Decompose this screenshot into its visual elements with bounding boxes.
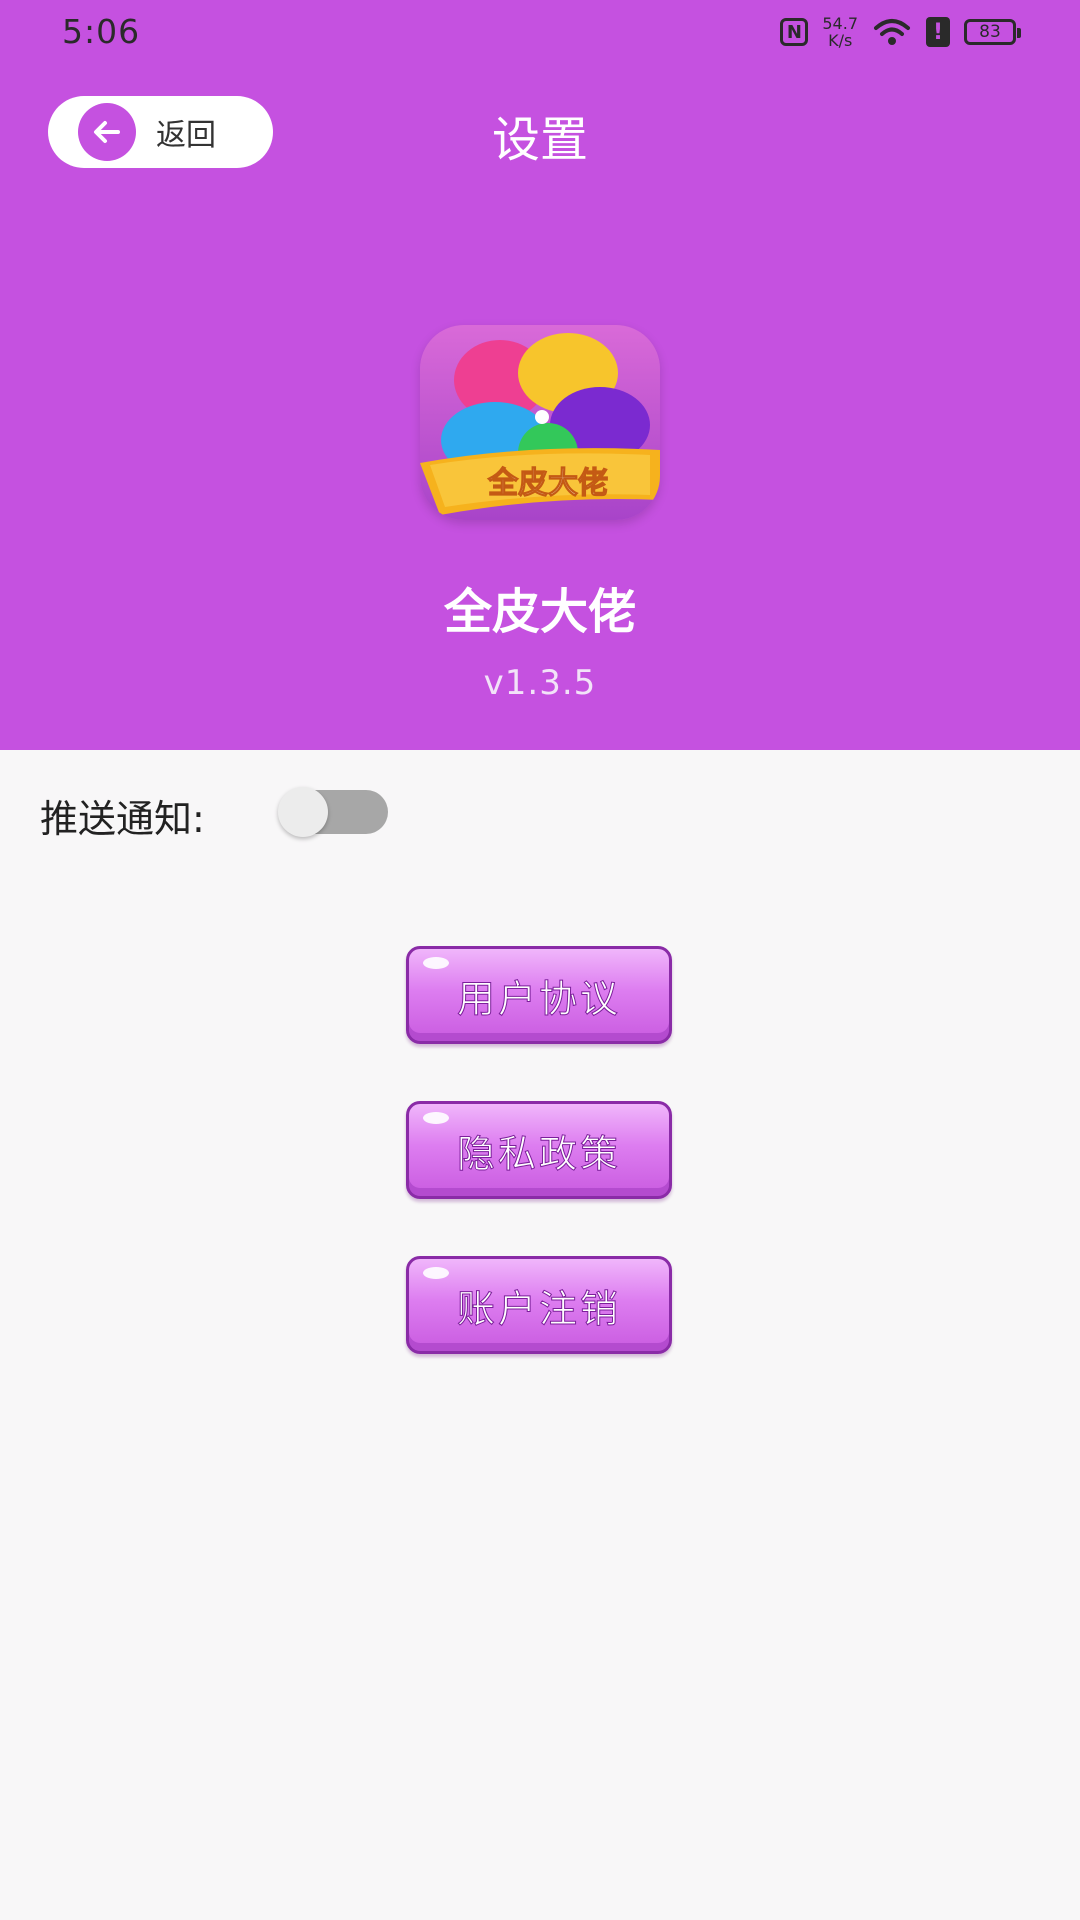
- header-panel: 5:06 N 54.7 K/s ! 83 返回 设置 全皮大佬 全皮大佬 v1.…: [0, 0, 1080, 750]
- button-gloss: [423, 1267, 449, 1279]
- privacy-policy-button[interactable]: 隐私政策: [406, 1101, 672, 1199]
- network-speed-value: 54.7: [822, 14, 858, 33]
- page-title: 设置: [491, 112, 588, 168]
- user-agreement-button[interactable]: 用户协议: [406, 946, 672, 1044]
- network-speed: 54.7 K/s: [822, 15, 858, 49]
- network-speed-unit: K/s: [828, 31, 853, 50]
- battery-level: 83: [979, 22, 1001, 42]
- toggle-knob: [278, 787, 328, 837]
- app-name: 全皮大佬: [443, 584, 636, 640]
- status-time: 5:06: [62, 12, 141, 51]
- user-agreement-label: 用户协议: [456, 976, 621, 1021]
- wifi-icon: [874, 19, 910, 45]
- alert-icon: !: [926, 17, 950, 47]
- status-icons: N 54.7 K/s ! 83: [780, 14, 1021, 50]
- nfc-icon: N: [780, 18, 809, 46]
- push-notification-toggle[interactable]: [278, 787, 388, 837]
- account-cancel-label: 账户注销: [456, 1286, 621, 1331]
- app-logo: 全皮大佬: [420, 325, 660, 520]
- account-cancel-button[interactable]: 账户注销: [406, 1256, 672, 1354]
- app-version: v1.3.5: [483, 663, 597, 703]
- button-gloss: [423, 1112, 449, 1124]
- privacy-policy-label: 隐私政策: [456, 1131, 621, 1176]
- push-notification-label: 推送通知:: [40, 797, 205, 841]
- app-logo-text: 全皮大佬: [487, 466, 608, 501]
- button-gloss: [423, 957, 449, 969]
- battery-icon: 83: [964, 19, 1021, 45]
